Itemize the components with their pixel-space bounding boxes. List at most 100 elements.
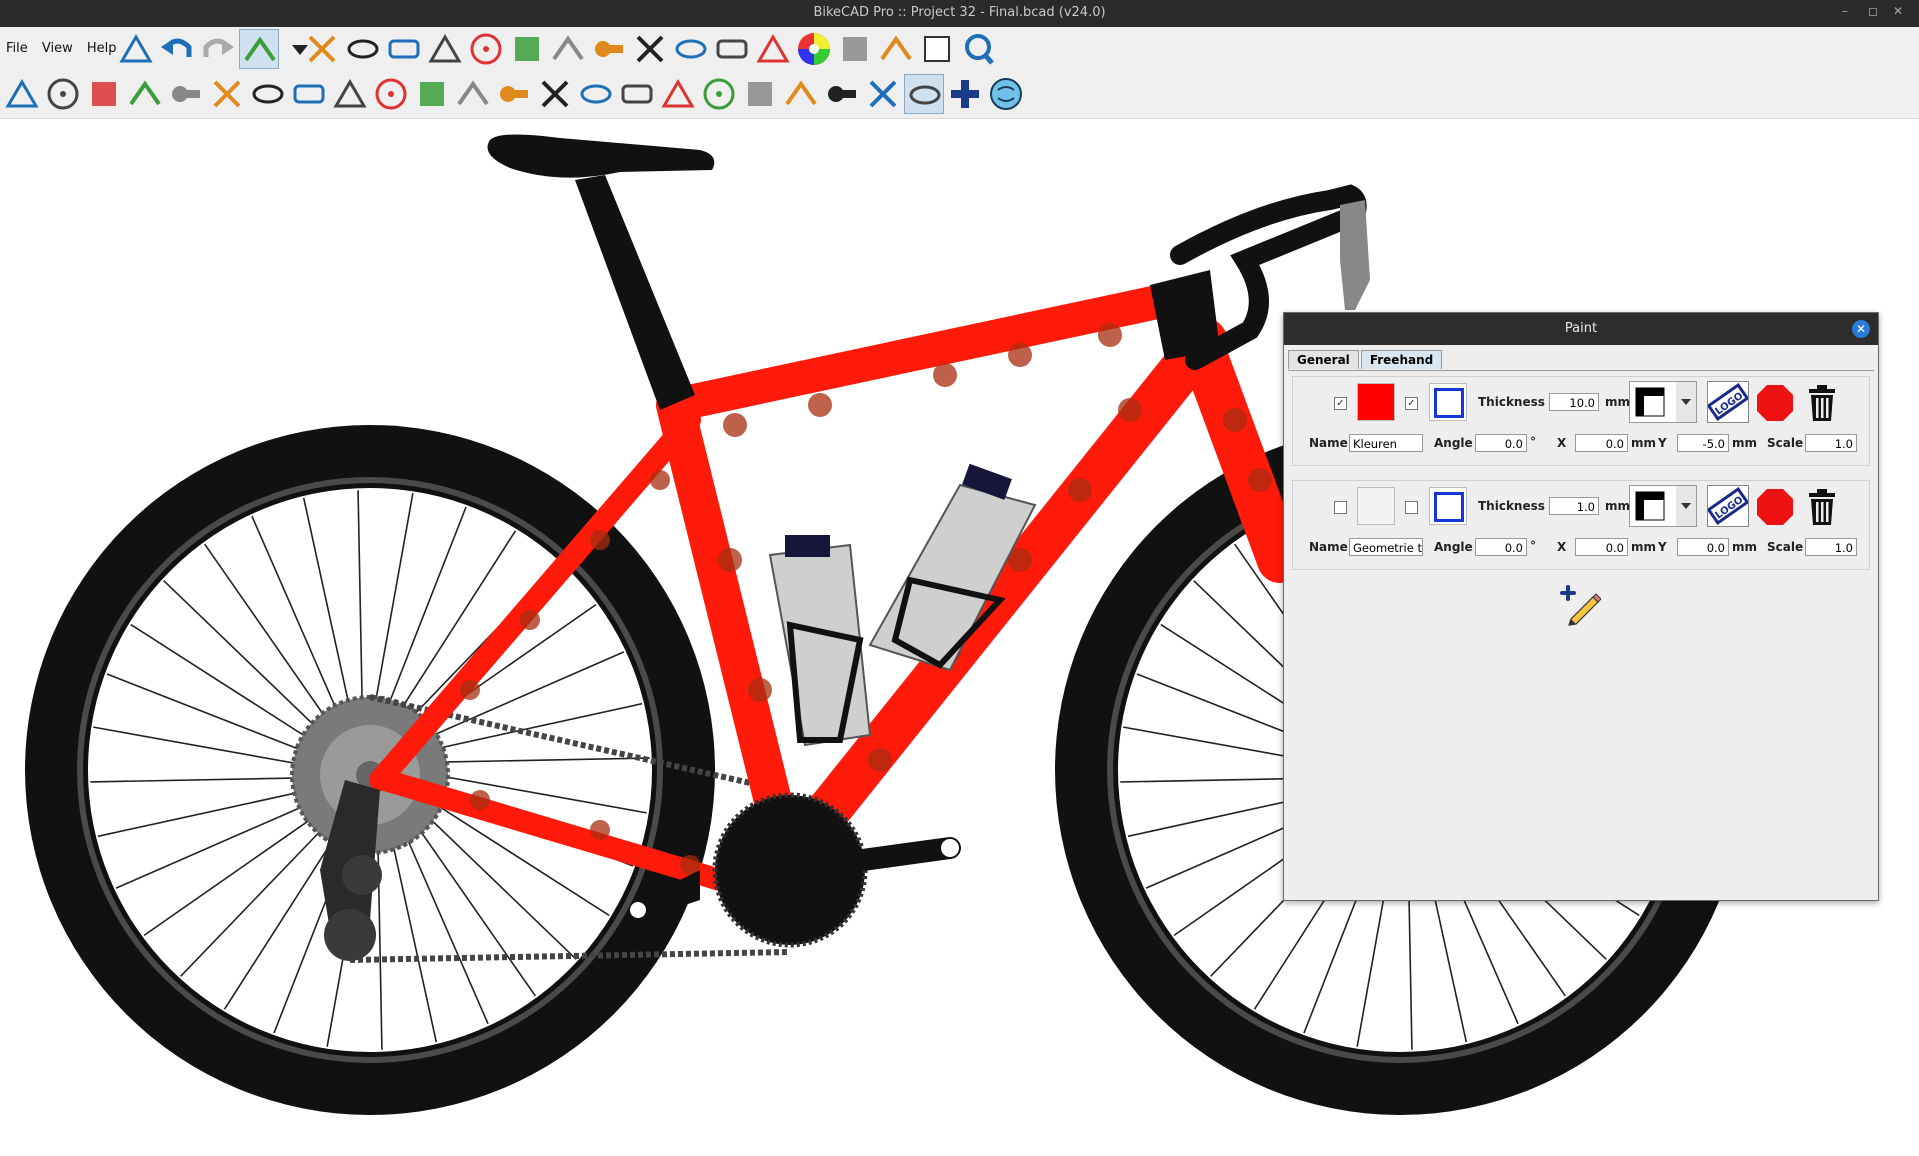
thickness-field[interactable]: 1.0 xyxy=(1549,497,1599,515)
brain-icon[interactable] xyxy=(986,74,1026,114)
fill-enabled-checkbox[interactable]: ✓ xyxy=(1334,397,1347,410)
angle-unit: ° xyxy=(1530,435,1536,449)
outline-color-swatch[interactable] xyxy=(1429,487,1467,525)
zoom-icon[interactable] xyxy=(958,29,998,69)
frame-blue-icon[interactable] xyxy=(412,74,452,114)
redo-icon[interactable] xyxy=(198,29,238,69)
angle-label: Angle xyxy=(1434,436,1473,450)
tire-icon[interactable] xyxy=(863,74,903,114)
seatpost-icon[interactable] xyxy=(166,74,206,114)
background-icon[interactable] xyxy=(239,29,279,69)
lock-icon[interactable] xyxy=(384,29,424,69)
rack-icon[interactable] xyxy=(904,74,944,114)
fill-color-swatch[interactable] xyxy=(1357,383,1395,421)
fill-enabled-checkbox[interactable] xyxy=(1334,501,1347,514)
rider-icon[interactable] xyxy=(753,29,793,69)
logo-image-button[interactable]: LOGO xyxy=(1706,485,1750,527)
layer-name-field[interactable]: Kleuren xyxy=(1349,434,1423,452)
outline-color-swatch[interactable] xyxy=(1429,383,1467,421)
angle-label: Angle xyxy=(1434,540,1473,554)
paint-layer: Thickness 1.0 mm LOGO Name Geometrie t A… xyxy=(1292,480,1870,570)
close-button[interactable]: ✕ xyxy=(1893,4,1903,18)
stop-icon[interactable] xyxy=(1755,487,1795,527)
line-style-select[interactable] xyxy=(1629,485,1697,527)
flag-icon[interactable] xyxy=(589,29,629,69)
caliper-icon[interactable] xyxy=(507,29,547,69)
dimensions-icon[interactable] xyxy=(302,29,342,69)
delete-layer-button[interactable] xyxy=(1805,383,1839,423)
corner-style-icon xyxy=(1635,486,1696,526)
tab-freehand[interactable]: Freehand xyxy=(1360,350,1443,369)
derailleur-icon[interactable] xyxy=(699,74,739,114)
logo-icon: LOGO xyxy=(1706,487,1750,525)
frame-icon[interactable] xyxy=(2,74,42,114)
y-field[interactable]: 0.0 xyxy=(1677,538,1729,556)
delete-layer-button[interactable] xyxy=(1805,487,1839,527)
seatpost xyxy=(575,175,695,410)
bottle-icon[interactable] xyxy=(494,74,534,114)
angle-field[interactable]: 0.0 xyxy=(1475,538,1527,556)
brake-icon[interactable] xyxy=(617,74,657,114)
thickness-label: Thickness xyxy=(1478,499,1545,513)
undo-icon[interactable] xyxy=(157,29,197,69)
texture-icon[interactable] xyxy=(425,29,465,69)
logo-icon: LOGO xyxy=(1706,383,1750,421)
measure-icon[interactable] xyxy=(671,29,711,69)
menu-view[interactable]: View xyxy=(42,41,73,56)
wheel-icon[interactable] xyxy=(43,74,83,114)
saddle xyxy=(487,134,715,178)
compare-icon[interactable] xyxy=(343,29,383,69)
paint-dialog-title: Paint xyxy=(1564,321,1598,336)
saddle-icon[interactable] xyxy=(125,74,165,114)
menu-help[interactable]: Help xyxy=(87,41,117,56)
angle-field[interactable]: 0.0 xyxy=(1475,434,1527,452)
paint-dialog-close-icon[interactable]: ✕ xyxy=(1852,320,1870,338)
x-unit: mm xyxy=(1631,436,1657,450)
scale-field[interactable]: 1.0 xyxy=(1805,434,1857,452)
shoe-icon[interactable] xyxy=(781,74,821,114)
thickness-field[interactable]: 10.0 xyxy=(1549,393,1599,411)
paint-icon[interactable] xyxy=(466,29,506,69)
layer-name-field[interactable]: Geometrie t xyxy=(1349,538,1423,556)
handlebar-icon[interactable] xyxy=(289,74,329,114)
logo-image-button[interactable]: LOGO xyxy=(1706,381,1750,423)
seatstay-icon[interactable] xyxy=(576,74,616,114)
add-icon[interactable] xyxy=(945,74,985,114)
maximize-button[interactable]: ◻ xyxy=(1868,4,1878,18)
block-icon[interactable] xyxy=(876,29,916,69)
frame-red-icon[interactable] xyxy=(453,74,493,114)
aero-bar-icon[interactable] xyxy=(330,74,370,114)
fender-icon[interactable] xyxy=(740,74,780,114)
add-freehand-layer-button[interactable] xyxy=(1557,583,1602,627)
tables-icon[interactable] xyxy=(116,29,156,69)
outline-enabled-checkbox[interactable] xyxy=(1405,501,1418,514)
notes-icon[interactable] xyxy=(548,29,588,69)
menu-file[interactable]: File xyxy=(6,41,28,56)
stop-icon[interactable] xyxy=(1755,383,1795,423)
pedal-icon[interactable] xyxy=(822,74,862,114)
headset-icon[interactable] xyxy=(207,74,247,114)
note-icon[interactable] xyxy=(712,29,752,69)
color-wheel-icon[interactable] xyxy=(794,29,834,69)
y-unit: mm xyxy=(1732,436,1758,450)
tab-general[interactable]: General xyxy=(1288,350,1359,369)
drivetrain-icon[interactable] xyxy=(535,74,575,114)
outline-enabled-checkbox[interactable]: ✓ xyxy=(1405,397,1418,410)
fork-icon[interactable] xyxy=(84,74,124,114)
y-field[interactable]: -5.0 xyxy=(1677,434,1729,452)
paint-layer: ✓ ✓ Thickness 10.0 mm LOGO Name Kleuren … xyxy=(1292,376,1870,466)
stem-icon[interactable] xyxy=(248,74,288,114)
x-label: X xyxy=(1557,540,1567,554)
crankset-icon[interactable] xyxy=(658,74,698,114)
visibility-icon[interactable] xyxy=(630,29,670,69)
fill-color-swatch[interactable] xyxy=(1357,487,1395,525)
blank-icon[interactable] xyxy=(917,29,957,69)
tube-icon[interactable] xyxy=(371,74,411,114)
chainring-icon[interactable] xyxy=(835,29,875,69)
x-unit: mm xyxy=(1631,540,1657,554)
x-field[interactable]: 0.0 xyxy=(1575,434,1628,452)
scale-field[interactable]: 1.0 xyxy=(1805,538,1857,556)
line-style-select[interactable] xyxy=(1629,381,1697,423)
x-field[interactable]: 0.0 xyxy=(1575,538,1628,556)
minimize-button[interactable]: – xyxy=(1842,4,1848,18)
